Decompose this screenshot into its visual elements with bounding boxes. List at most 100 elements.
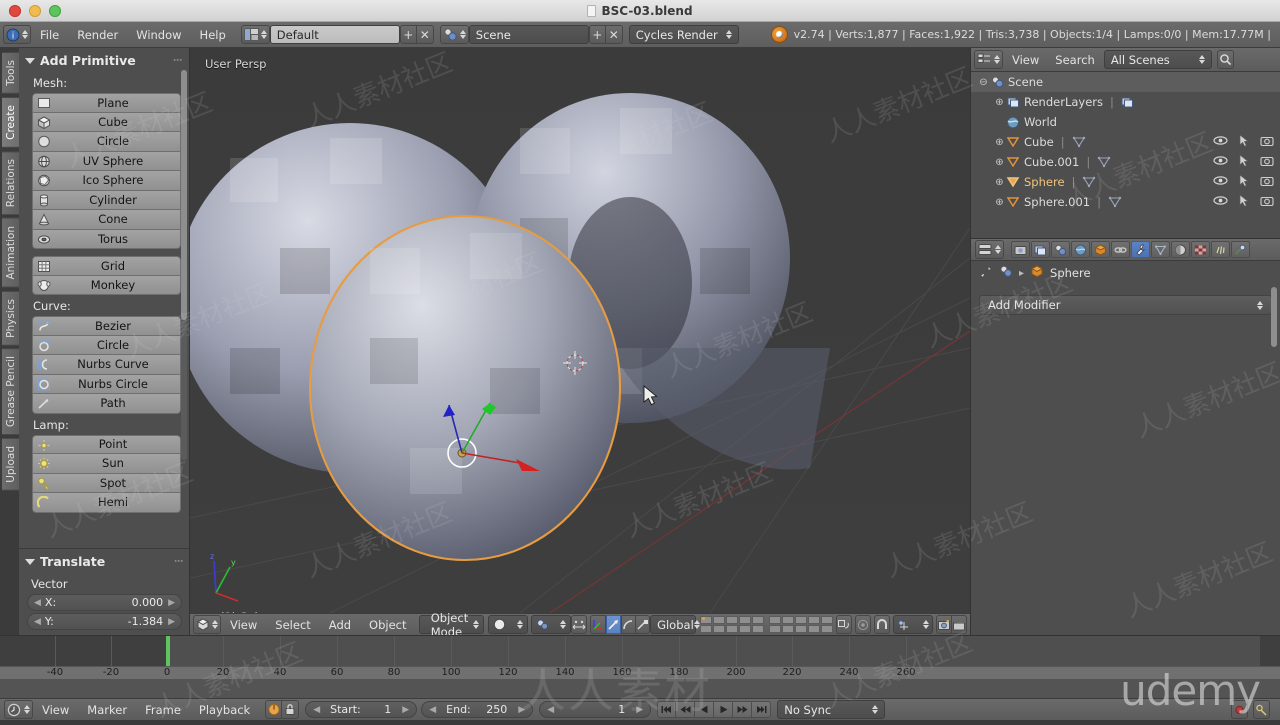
properties-tab-world[interactable] — [1071, 241, 1090, 258]
editor-type-selector[interactable]: i — [3, 25, 31, 44]
outliner-row-sphere[interactable]: ⊕ Sphere | — [971, 172, 1280, 192]
increment-arrow-icon[interactable]: ▶ — [168, 598, 175, 608]
expand-icon[interactable]: ⊕ — [993, 157, 1006, 168]
properties-scrollbar[interactable] — [1271, 287, 1277, 347]
camera-icon[interactable] — [1260, 195, 1274, 210]
properties-tab-particles[interactable] — [1211, 241, 1230, 258]
breadcrumb-object-icon[interactable] — [1030, 265, 1044, 281]
properties-tab-render[interactable] — [1011, 241, 1030, 258]
viewport-menu-add[interactable]: Add — [320, 618, 360, 632]
outliner-row-sphere-001[interactable]: ⊕ Sphere.001 | — [971, 192, 1280, 212]
jump-to-end-button[interactable] — [752, 701, 772, 718]
add-plane-button[interactable]: Plane — [32, 93, 181, 113]
auto-keyframe-button[interactable] — [265, 700, 283, 719]
snap-magnet-button[interactable] — [873, 615, 890, 634]
camera-icon[interactable] — [1260, 175, 1274, 190]
add-grid-button[interactable]: Grid — [32, 256, 181, 276]
add-screen-layout-button[interactable]: + — [399, 25, 417, 44]
menu-render[interactable]: Render — [68, 28, 127, 42]
breadcrumb-scene-icon[interactable] — [999, 265, 1013, 281]
add-modifier-dropdown[interactable]: Add Modifier — [979, 295, 1272, 315]
properties-tab-object[interactable] — [1091, 241, 1110, 258]
viewport-shading-dropdown[interactable] — [487, 615, 528, 634]
renderlayers-data-icon[interactable] — [1121, 95, 1135, 109]
interaction-mode-dropdown[interactable]: Object Mode — [418, 611, 485, 635]
lock-timeline-button[interactable] — [282, 700, 300, 719]
add-torus-button[interactable]: Torus — [32, 229, 181, 249]
expand-icon[interactable]: ⊕ — [993, 197, 1006, 208]
add-nurbs-circle-button[interactable]: Nurbs Circle — [32, 374, 181, 394]
timeline-menu-marker[interactable]: Marker — [78, 703, 136, 717]
sync-mode-dropdown[interactable]: No Sync — [777, 700, 886, 719]
add-bezier-button[interactable]: Bezier — [32, 316, 181, 336]
translate-panel-header[interactable]: Translate ⋯ — [19, 549, 189, 573]
mesh-data-icon[interactable] — [1082, 175, 1096, 189]
eye-icon[interactable] — [1213, 135, 1228, 149]
properties-tab-physics[interactable] — [1231, 241, 1250, 258]
pivot-point-dropdown[interactable] — [530, 615, 571, 634]
increment-arrow-icon[interactable]: ▶ — [636, 705, 643, 715]
next-keyframe-button[interactable] — [733, 701, 753, 718]
decrement-arrow-icon[interactable]: ◀ — [547, 705, 554, 715]
add-nurbs-curve-button[interactable]: Nurbs Curve — [32, 355, 181, 375]
translate-manipulator-button[interactable] — [606, 615, 622, 634]
timeline-menu-frame[interactable]: Frame — [136, 703, 190, 717]
timeline-editor-type-selector[interactable] — [4, 700, 33, 719]
add-cone-button[interactable]: Cone — [32, 210, 181, 230]
cursor-arrow-icon[interactable] — [1239, 194, 1249, 210]
expand-icon[interactable]: ⊕ — [993, 137, 1006, 148]
timeline-menu-view[interactable]: View — [33, 703, 78, 717]
add-monkey-button[interactable]: Monkey — [32, 275, 181, 295]
cursor-arrow-icon[interactable] — [1239, 174, 1249, 190]
outliner-row-cube-001[interactable]: ⊕ Cube.001 | — [971, 152, 1280, 172]
properties-tab-scene[interactable] — [1051, 241, 1070, 258]
play-button[interactable] — [714, 701, 734, 718]
translate-x-field[interactable]: ◀ X: 0.000 ▶ — [27, 594, 182, 611]
viewport-menu-object[interactable]: Object — [360, 618, 415, 632]
eye-icon[interactable] — [1213, 195, 1228, 209]
mesh-data-icon[interactable] — [1108, 195, 1122, 209]
properties-tab-constraints[interactable] — [1111, 241, 1130, 258]
decrement-arrow-icon[interactable]: ◀ — [34, 617, 41, 627]
falloff-type-button[interactable] — [854, 615, 871, 634]
cursor-arrow-icon[interactable] — [1239, 154, 1249, 170]
mesh-object-sphere-selected[interactable] — [308, 214, 622, 562]
add-hemi-lamp-button[interactable]: Hemi — [32, 493, 181, 513]
increment-arrow-icon[interactable]: ▶ — [402, 705, 409, 715]
scene-selector-icon-button[interactable] — [439, 25, 469, 44]
add-primitive-panel-header[interactable]: Add Primitive ⋯ — [19, 48, 189, 72]
render-engine-dropdown[interactable]: Cycles Render — [628, 25, 739, 44]
add-spot-lamp-button[interactable]: Spot — [32, 473, 181, 493]
properties-tab-material[interactable] — [1171, 241, 1190, 258]
outliner-search-button[interactable] — [1216, 50, 1234, 69]
expand-icon[interactable]: ⊕ — [993, 97, 1006, 108]
increment-arrow-icon[interactable]: ▶ — [168, 617, 175, 627]
jump-to-start-button[interactable] — [657, 701, 677, 718]
viewport-menu-select[interactable]: Select — [266, 618, 319, 632]
properties-tab-modifiers[interactable] — [1131, 241, 1150, 258]
add-circle-button[interactable]: Circle — [32, 132, 181, 152]
viewport-editor-type-selector[interactable] — [193, 615, 221, 634]
viewport-menu-view[interactable]: View — [221, 618, 266, 632]
decrement-arrow-icon[interactable]: ◀ — [429, 705, 436, 715]
pin-icon[interactable] — [979, 265, 993, 282]
translate-y-field[interactable]: ◀ Y: -1.384 ▶ — [27, 613, 182, 630]
collapse-icon[interactable]: ⊖ — [977, 77, 990, 88]
menu-file[interactable]: File — [31, 28, 68, 42]
render-opengl-animation-button[interactable] — [952, 615, 968, 634]
add-point-lamp-button[interactable]: Point — [32, 434, 181, 454]
outliner-row-scene[interactable]: ⊖ Scene — [971, 72, 1280, 92]
remove-scene-button[interactable]: ✕ — [605, 25, 623, 44]
transform-orientation-dropdown[interactable]: Global — [650, 615, 700, 634]
mesh-data-icon[interactable] — [1097, 155, 1111, 169]
play-reverse-button[interactable] — [695, 701, 715, 718]
cursor-arrow-icon[interactable] — [1239, 134, 1249, 150]
properties-tab-data[interactable] — [1151, 241, 1170, 258]
outliner-row-world[interactable]: World — [971, 112, 1280, 132]
expand-icon[interactable]: ⊕ — [993, 177, 1006, 188]
proportional-edit-button[interactable] — [835, 615, 852, 634]
decrement-arrow-icon[interactable]: ◀ — [34, 598, 41, 608]
add-sun-lamp-button[interactable]: Sun — [32, 454, 181, 474]
menu-window[interactable]: Window — [127, 28, 190, 42]
add-scene-button[interactable]: + — [588, 25, 606, 44]
